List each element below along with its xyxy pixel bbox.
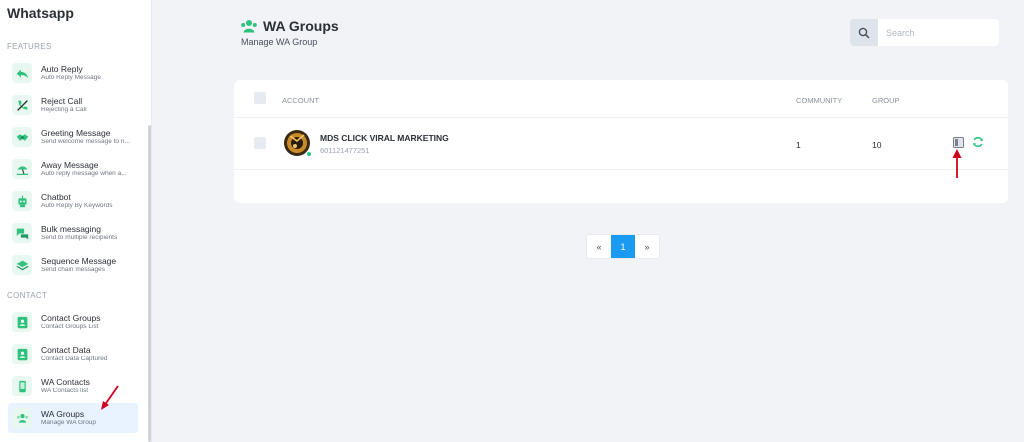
sidebar-item-subtitle: Auto reply message when a... (41, 171, 127, 177)
section-label-features: FEATURES (7, 42, 52, 51)
page-subtitle: Manage WA Group (241, 37, 318, 47)
divider (234, 169, 1008, 170)
sidebar-item-subtitle: Send welcome message to n... (41, 139, 130, 145)
sidebar-item-subtitle: Send chain messages (41, 267, 105, 273)
column-header-community: COMMUNITY (796, 96, 843, 105)
robot-icon (12, 191, 32, 211)
view-groups-icon[interactable] (953, 137, 964, 148)
select-all-checkbox[interactable] (254, 92, 266, 104)
sidebar-item-title: Bulk messaging (41, 224, 102, 234)
reply-icon (12, 63, 32, 83)
search-input[interactable] (878, 19, 999, 46)
sidebar-item-auto-reply[interactable]: Auto Reply Auto Reply Message (8, 58, 138, 88)
column-header-group: GROUP (872, 96, 900, 105)
account-name: MDS CLICK VIRAL MARKETING (320, 133, 449, 143)
sidebar-item-away-message[interactable]: Away Message Auto reply message when a... (8, 154, 138, 184)
community-count: 1 (796, 140, 801, 150)
pagination-next-button[interactable]: » (635, 235, 659, 258)
sidebar-item-title: Chatbot (41, 192, 71, 202)
sidebar-scrollbar[interactable] (148, 125, 151, 442)
beach-icon (12, 159, 32, 179)
sidebar-item-bulk-messaging[interactable]: Bulk messaging Send to multiple recipient… (8, 218, 138, 248)
sidebar-item-greeting-message[interactable]: Greeting Message Send welcome message to … (8, 122, 138, 152)
phone-off-icon (12, 95, 32, 115)
sidebar-item-reject-call[interactable]: Reject Call Rejecting a Call (8, 90, 138, 120)
divider (234, 117, 1008, 118)
brand-title: Whatsapp (7, 5, 74, 21)
search-icon (858, 27, 870, 39)
sidebar-item-subtitle: Auto Reply By Keywords (41, 203, 113, 209)
sidebar-item-subtitle: Contact Data Captured (41, 356, 108, 362)
sidebar-item-title: Reject Call (41, 96, 83, 106)
phone-icon (12, 376, 32, 396)
online-status-dot (306, 151, 312, 157)
sidebar-item-contact-data[interactable]: Contact Data Contact Data Captured (8, 339, 138, 369)
row-checkbox[interactable] (254, 137, 266, 149)
sidebar-item-subtitle: Rejecting a Call (41, 107, 87, 113)
column-header-account: ACCOUNT (282, 96, 320, 105)
contact-card-icon (12, 312, 32, 332)
sidebar-item-title: Sequence Message (41, 256, 117, 266)
sidebar-item-title: Away Message (41, 160, 99, 170)
sidebar-item-title: Contact Groups (41, 313, 101, 323)
sidebar-item-subtitle: Contact Groups List (41, 324, 99, 330)
sidebar-item-chatbot[interactable]: Chatbot Auto Reply By Keywords (8, 186, 138, 216)
pagination-page-button[interactable]: 1 (611, 235, 635, 258)
layers-icon (12, 255, 32, 275)
pagination: « 1 » (586, 234, 660, 259)
annotation-arrow-icon (101, 385, 119, 410)
sidebar-item-subtitle: Auto Reply Message (41, 75, 101, 81)
sidebar-item-title: Contact Data (41, 345, 91, 355)
sidebar-item-sequence-message[interactable]: Sequence Message Send chain messages (8, 250, 138, 280)
section-label-contact: CONTACT (7, 291, 48, 300)
pagination-prev-button[interactable]: « (587, 235, 611, 258)
users-icon (241, 20, 257, 33)
annotation-arrow-icon (952, 149, 962, 178)
sidebar-item-contact-groups[interactable]: Contact Groups Contact Groups List (8, 307, 138, 337)
search-button[interactable] (850, 19, 878, 46)
group-count: 10 (872, 140, 882, 150)
sync-icon[interactable] (972, 136, 984, 148)
account-phone: 601121477251 (320, 146, 370, 155)
page-title: WA Groups (263, 18, 339, 34)
users-icon (12, 408, 32, 428)
contact-card-icon (12, 344, 32, 364)
sidebar-item-title: Greeting Message (41, 128, 111, 138)
sidebar-item-subtitle: Send to multiple recipients (41, 235, 118, 241)
sidebar-item-subtitle: Manage WA Group (41, 420, 97, 426)
handshake-icon (12, 127, 32, 147)
sidebar: Whatsapp FEATURES Auto Reply Auto Reply M… (0, 0, 152, 442)
groups-table-card: ACCOUNT COMMUNITY GROUP MDS CLICK VIRAL … (234, 80, 1008, 203)
sidebar-item-title: Auto Reply (41, 64, 83, 74)
chat-bubbles-icon (12, 223, 32, 243)
